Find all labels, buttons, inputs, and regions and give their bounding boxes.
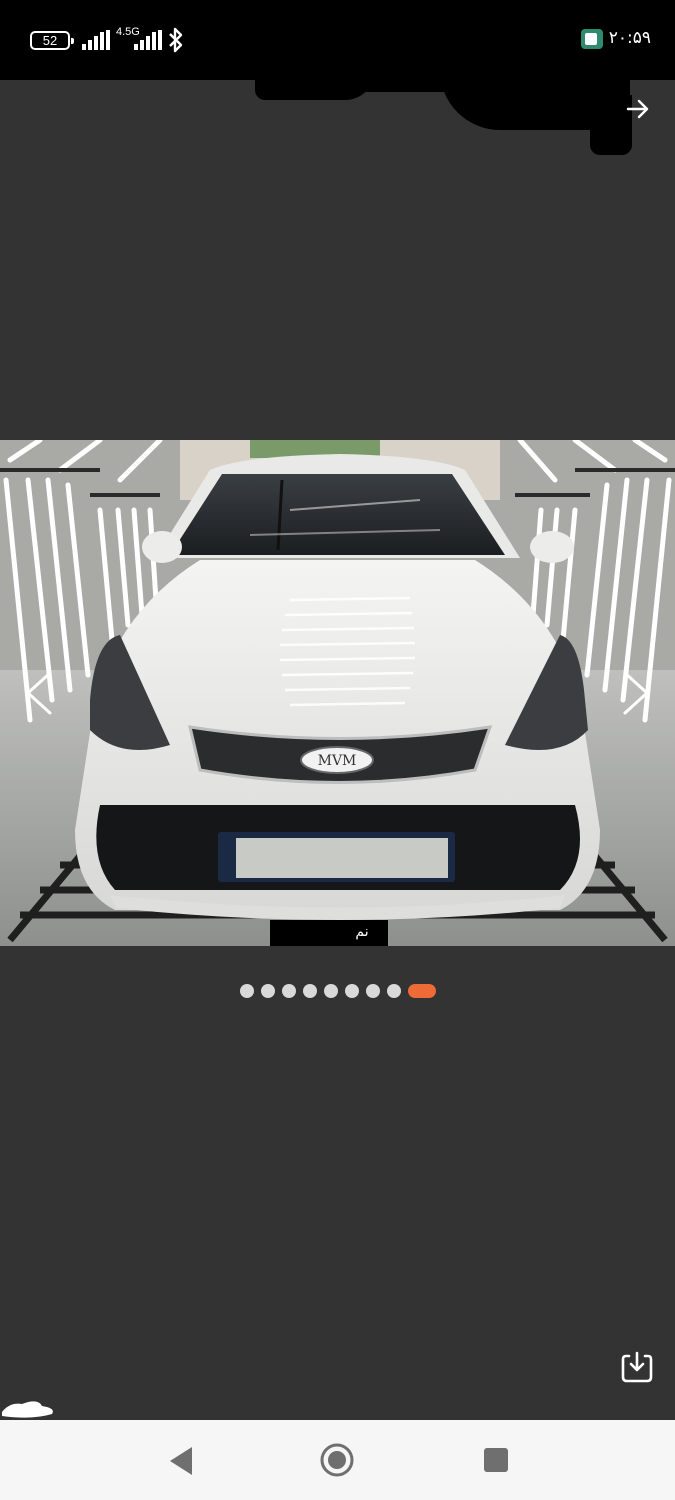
gallery-pagination <box>0 983 675 999</box>
pagination-dot[interactable] <box>281 984 296 998</box>
battery-icon: 52 <box>30 31 74 50</box>
pagination-dot-active[interactable] <box>407 984 436 998</box>
bluetooth-icon <box>169 27 183 53</box>
notification-app-icon <box>581 29 603 49</box>
arrow-right-icon[interactable] <box>625 96 651 122</box>
clock: ۲۰:۵۹ <box>608 28 651 48</box>
pagination-dot[interactable] <box>323 984 338 998</box>
gallery-photo[interactable]: MVM نم <box>0 440 675 946</box>
pagination-dot[interactable] <box>239 984 254 998</box>
chevron-right-icon[interactable] <box>615 670 655 716</box>
signal-strength-icon <box>134 30 162 50</box>
photo-caption: نم <box>355 924 368 940</box>
svg-text:MVM: MVM <box>318 753 357 769</box>
pagination-dot[interactable] <box>365 984 380 998</box>
redaction <box>2 1401 53 1418</box>
pagination-dot[interactable] <box>302 984 317 998</box>
pagination-dot[interactable] <box>344 984 359 998</box>
back-triangle-icon[interactable] <box>166 1445 196 1477</box>
chevron-left-icon[interactable] <box>20 670 60 716</box>
recent-square-icon[interactable] <box>483 1447 509 1473</box>
pagination-dot[interactable] <box>386 984 401 998</box>
pagination-dot[interactable] <box>260 984 275 998</box>
battery-level: 52 <box>42 33 58 48</box>
download-icon[interactable] <box>620 1350 654 1384</box>
image-viewer-screen: 52 4.5G ۲۰:۵۹ MVM نم <box>0 0 675 1500</box>
home-circle-icon[interactable] <box>320 1443 354 1477</box>
signal-strength-icon <box>82 30 110 50</box>
